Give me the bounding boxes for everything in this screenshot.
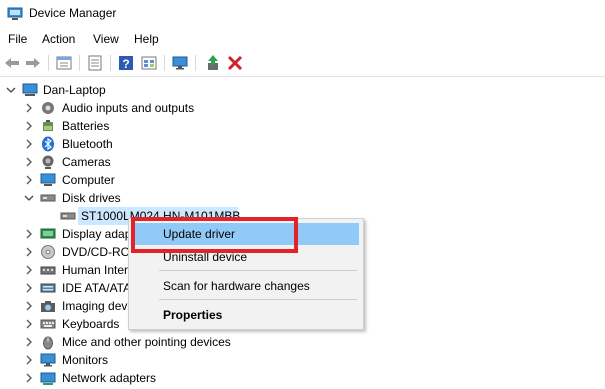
tree-item-label: Network adapters [62,371,157,385]
chevron-right-icon[interactable] [24,156,34,168]
tree-item[interactable]: Bluetooth [0,135,605,153]
tree-item-label: Cameras [62,155,111,169]
dvd-icon [40,244,56,260]
properties-menu-item[interactable]: Properties [131,304,359,326]
chevron-right-icon[interactable] [24,372,34,384]
network-icon [40,370,56,386]
toolbar-separator [110,55,111,71]
chevron-right-icon[interactable] [24,120,34,132]
annotation-highlight-box [131,217,298,253]
display-adapter-icon [40,226,56,242]
menu-separator [159,299,357,300]
camera-icon [40,154,56,170]
tree-item-label: Bluetooth [62,137,113,151]
device-manager-icon [7,6,23,22]
toolbar-separator [164,55,165,71]
tree-item-label: DVD/CD-RO [62,245,130,259]
tree-item-label: Computer [62,173,115,187]
imaging-icon [40,298,56,314]
toolbar-separator [48,55,49,71]
chevron-down-icon[interactable] [24,192,34,204]
tree-item[interactable]: Monitors [0,351,605,369]
menu-help[interactable]: Help [134,32,159,46]
tree-item[interactable]: Mice and other pointing devices [0,333,605,351]
tree-item-label: Display adap [62,227,132,241]
grid-icon[interactable] [86,54,104,72]
grid-icon-2[interactable] [140,54,158,72]
tree-item-label: Audio inputs and outputs [62,101,195,115]
chevron-right-icon[interactable] [24,174,34,186]
tree-item[interactable]: Batteries [0,117,605,135]
toolbar-separator [195,55,196,71]
update-driver-icon[interactable] [204,54,222,72]
tree-item[interactable]: Audio inputs and outputs [0,99,605,117]
chevron-right-icon[interactable] [24,246,34,258]
menu-bar: File Action View Help [0,28,605,50]
menu-file[interactable]: File [8,32,27,46]
window-title: Device Manager [29,6,117,20]
menu-view[interactable]: View [93,32,119,46]
uninstall-icon[interactable] [226,54,244,72]
tree-item-label: Human Inter [62,263,129,277]
chevron-right-icon[interactable] [24,228,34,240]
forward-icon[interactable] [24,54,42,72]
monitor-icon[interactable] [171,54,189,72]
tree-item-label: Keyboards [62,317,120,331]
chevron-right-icon[interactable] [24,336,34,348]
hid-icon [40,262,56,278]
disk-drive-icon [60,208,76,224]
tree-item[interactable]: Network adapters [0,369,605,387]
chevron-right-icon[interactable] [24,300,34,312]
tree-root-label: Dan-Laptop [43,83,106,97]
tree-item-label: Mice and other pointing devices [62,335,231,349]
keyboard-icon [40,316,56,332]
properties-sheet-icon[interactable] [55,54,73,72]
computer-icon [40,172,56,188]
speaker-icon [40,100,56,116]
chevron-right-icon[interactable] [24,318,34,330]
back-icon[interactable] [3,54,21,72]
title-bar: Device Manager [0,0,605,28]
chevron-right-icon[interactable] [24,102,34,114]
bluetooth-icon [40,136,56,152]
ide-icon [40,280,56,296]
tree-item[interactable]: Disk drives [0,189,605,207]
svg-text:?: ? [122,57,129,71]
menu-separator [159,270,357,271]
tree-item-label: Imaging dev [62,299,128,313]
menu-action[interactable]: Action [42,32,75,46]
monitor-icon [40,352,56,368]
tree-item[interactable]: Computer [0,171,605,189]
chevron-down-icon[interactable] [6,84,16,96]
scan-hardware-label: Scan for hardware changes [163,279,310,293]
toolbar: ? [0,50,605,77]
properties-label: Properties [163,308,223,322]
chevron-right-icon[interactable] [24,282,34,294]
scan-hardware-menu-item[interactable]: Scan for hardware changes [131,275,359,297]
battery-icon [40,118,56,134]
mouse-icon [40,334,56,350]
tree-item-label: Monitors [62,353,109,367]
help-icon[interactable]: ? [117,54,135,72]
tree-item-label: IDE ATA/ATA [62,281,132,295]
chevron-right-icon[interactable] [24,264,34,276]
computer-icon [22,82,38,98]
tree-root[interactable]: Dan-Laptop [0,81,605,99]
tree-item-label: Batteries [62,119,110,133]
toolbar-separator [79,55,80,71]
tree-item[interactable]: Cameras [0,153,605,171]
chevron-right-icon[interactable] [24,354,34,366]
tree-item-label: Disk drives [62,191,121,205]
chevron-right-icon[interactable] [24,138,34,150]
disk-drive-icon [40,190,56,206]
